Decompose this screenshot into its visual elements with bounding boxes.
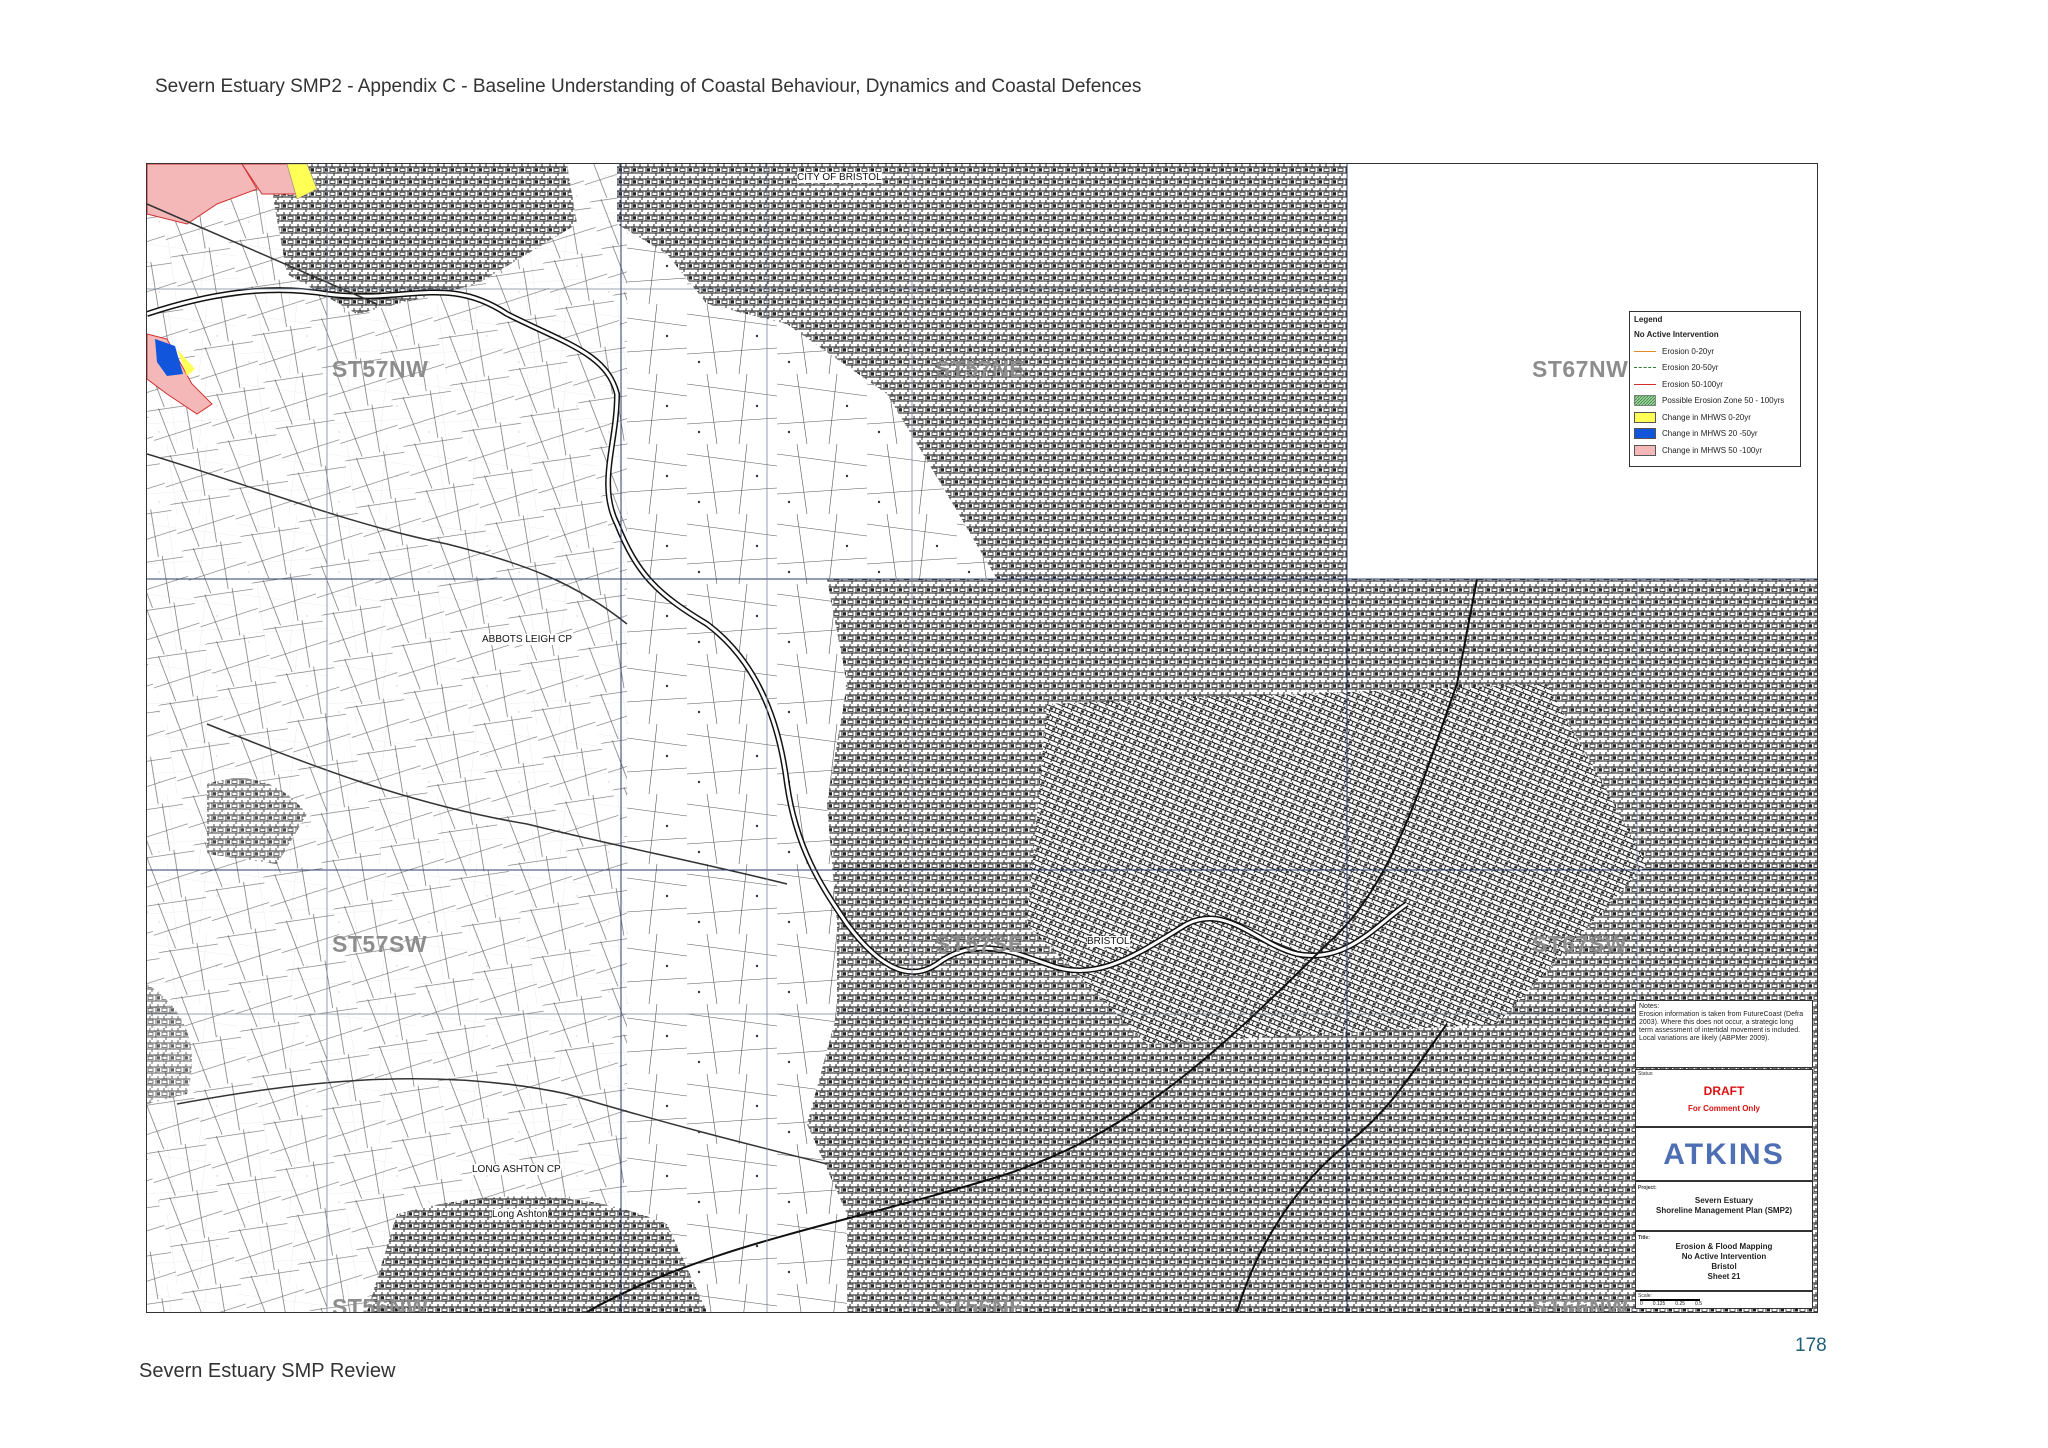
place-label-city: CITY OF BRISTOL <box>797 172 882 183</box>
tile-label-st66nw: ST66NW <box>1532 1294 1629 1313</box>
legend-label: Erosion 50-100yr <box>1662 379 1723 389</box>
legend-item: Erosion 50-100yr <box>1634 376 1796 393</box>
tile-label-st57nw: ST57NW <box>332 356 429 382</box>
notes-label: Notes: <box>1639 1003 1660 1010</box>
map-frame: ST57NW ST57NE ST67NW ST57SW ST57SE ST67S… <box>146 163 1818 1313</box>
title-line-1: Erosion & Flood Mapping <box>1675 1242 1773 1251</box>
place-label-abbots-leigh: ABBOTS LEIGH CP <box>482 634 573 645</box>
legend-swatch-mhws-20-50 <box>1634 428 1656 440</box>
map-canvas <box>147 164 1817 1312</box>
tile-label-st56ne: ST56NE <box>935 1294 1025 1313</box>
map-legend: Legend No Active Intervention Erosion 0-… <box>1629 311 1801 467</box>
page-number: 178 <box>1795 1335 1827 1356</box>
legend-subtitle: No Active Intervention <box>1634 330 1719 339</box>
title-block-scale: Scale: 0 0.125 0.25 0.5 <box>1635 1291 1813 1309</box>
legend-swatch-erosion-20-50 <box>1634 362 1656 373</box>
tile-label-st57se: ST57SE <box>935 931 1024 957</box>
tile-label-st56nw: ST56NW <box>332 1294 429 1313</box>
draft-sublabel: For Comment Only <box>1687 1104 1760 1113</box>
scale-ticks: 0 0.125 0.25 0.5 <box>1640 1301 1702 1307</box>
page-header: Severn Estuary SMP2 - Appendix C - Basel… <box>155 76 1142 97</box>
tile-label-st57sw: ST57SW <box>332 931 428 957</box>
legend-item: Erosion 20-50yr <box>1634 360 1796 377</box>
legend-swatch-erosion-0-20 <box>1634 346 1656 357</box>
project-line-2: Shoreline Management Plan (SMP2) <box>1655 1206 1793 1215</box>
status-label: Status: <box>1638 1071 1654 1077</box>
scale-tick: 0.125 <box>1652 1301 1666 1307</box>
place-label-long-ashton-cp: LONG ASHTON CP <box>472 1164 561 1175</box>
atkins-logo: ATKINS <box>1663 1138 1785 1171</box>
legend-item: Possible Erosion Zone 50 - 100yrs <box>1634 393 1796 410</box>
legend-label: Change in MHWS 20 -50yr <box>1662 429 1758 439</box>
tile-label-st57ne: ST57NE <box>935 356 1025 382</box>
legend-label: Possible Erosion Zone 50 - 100yrs <box>1662 396 1785 406</box>
legend-item: Erosion 0-20yr <box>1634 343 1796 360</box>
title-line-2: No Active Intervention <box>1681 1252 1767 1261</box>
tile-label-st67nw: ST67NW <box>1532 356 1629 382</box>
legend-swatch-erosion-50-100 <box>1634 379 1656 390</box>
title-label: Title: <box>1638 1235 1650 1241</box>
project-line-1: Severn Estuary <box>1694 1196 1754 1205</box>
title-line-3: Bristol <box>1711 1262 1737 1271</box>
title-block-status: Status: DRAFT For Comment Only <box>1635 1069 1813 1127</box>
place-label-bristol: BRISTOL <box>1087 936 1130 947</box>
legend-item: Change in MHWS 20 -50yr <box>1634 426 1796 443</box>
title-block-notes: Notes: Erosion information is taken from… <box>1635 1000 1813 1068</box>
project-label: Project: <box>1638 1185 1657 1191</box>
legend-swatch-erosion-zone <box>1634 395 1656 406</box>
title-block-project: Project: Severn Estuary Shoreline Manage… <box>1635 1181 1813 1231</box>
page-footer: Severn Estuary SMP Review <box>139 1360 396 1382</box>
scale-tick: 0.5 <box>1695 1301 1702 1307</box>
draft-label: DRAFT <box>1703 1084 1745 1098</box>
notes-text: Erosion information is taken from Future… <box>1639 1011 1804 1042</box>
legend-label: Change in MHWS 50 -100yr <box>1662 445 1763 455</box>
legend-title: Legend <box>1634 315 1663 324</box>
place-label-long-ashton: Long Ashton <box>492 1209 548 1220</box>
tile-label-st67sw: ST67SW <box>1532 931 1628 957</box>
title-block-logo: ATKINS <box>1635 1127 1813 1181</box>
scale-tick: 0.25 <box>1675 1301 1686 1307</box>
legend-label: Erosion 0-20yr <box>1662 346 1715 356</box>
title-line-4: Sheet 21 <box>1707 1272 1741 1281</box>
scale-tick: 0 <box>1640 1301 1643 1307</box>
legend-swatch-mhws-0-20 <box>1634 411 1656 423</box>
legend-item: Change in MHWS 50 -100yr <box>1634 442 1796 459</box>
title-block-title: Title: Erosion & Flood Mapping No Active… <box>1635 1231 1813 1291</box>
legend-swatch-mhws-50-100 <box>1634 444 1656 456</box>
legend-label: Erosion 20-50yr <box>1662 363 1719 373</box>
scale-bar <box>1640 1299 1700 1301</box>
legend-label: Change in MHWS 0-20yr <box>1662 412 1751 422</box>
legend-item: Change in MHWS 0-20yr <box>1634 409 1796 426</box>
